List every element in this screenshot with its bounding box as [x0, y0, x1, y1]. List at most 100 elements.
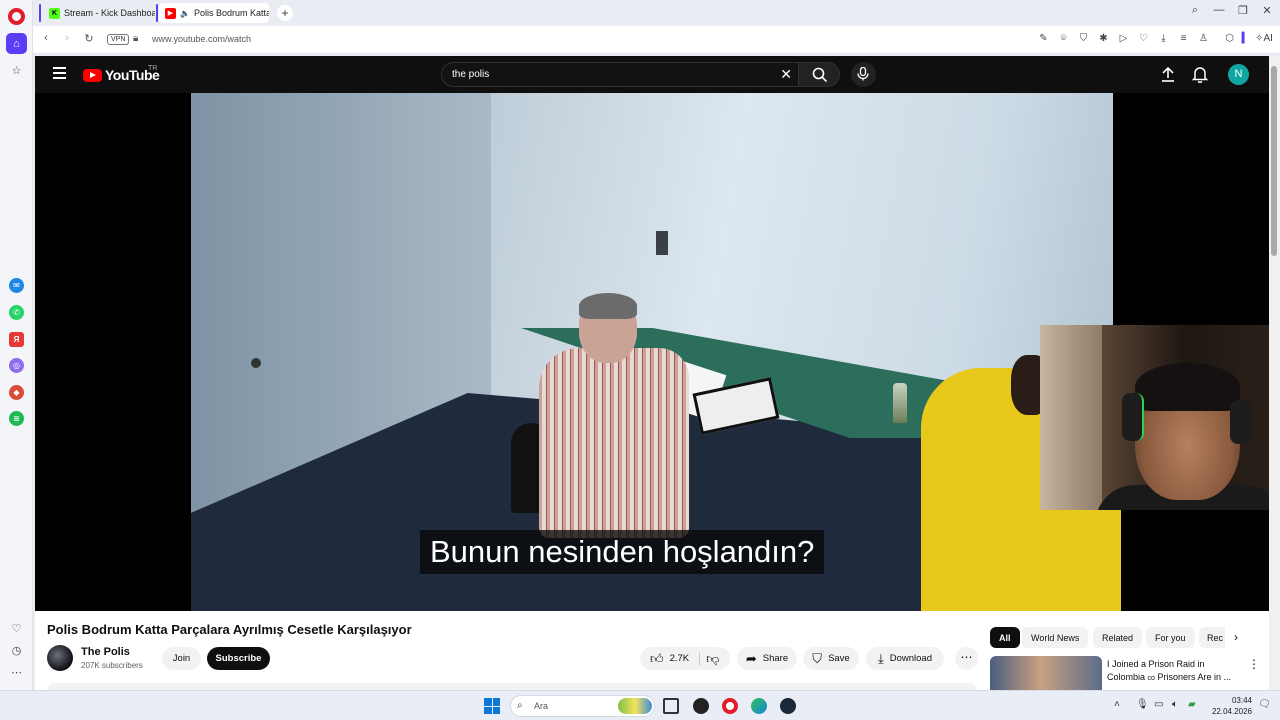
recommendation-title[interactable]: I Joined a Prison Raid in Colombia co Pr…	[1107, 658, 1247, 685]
opera-logo-icon[interactable]	[8, 8, 25, 25]
forward-icon[interactable]: ›	[60, 32, 74, 44]
microphone-icon[interactable]: 🎙︎	[1136, 699, 1149, 710]
cube-icon[interactable]: ⬡	[1223, 33, 1236, 44]
speaker-icon[interactable]: 🔈	[180, 9, 190, 18]
play-icon[interactable]: ▷	[1117, 33, 1130, 44]
yandex-icon[interactable]: Я	[9, 332, 24, 347]
hamburger-menu-icon[interactable]	[53, 67, 66, 79]
bookmark-icon: ⛉	[812, 651, 823, 666]
url-field[interactable]: www.youtube.com/watch	[152, 34, 251, 44]
back-icon[interactable]: ‹	[39, 32, 53, 44]
lock-icon[interactable]: 🔒︎	[133, 33, 138, 44]
task-view-icon[interactable]	[663, 698, 679, 714]
notifications-bell-icon[interactable]	[1191, 65, 1209, 83]
search-tabs-icon[interactable]: ⌕	[1187, 4, 1203, 17]
taskbar-search-placeholder: Ara	[534, 701, 549, 711]
tab-kick-dashboard[interactable]: K Stream - Kick Dashboard	[43, 3, 155, 23]
display-icon[interactable]: ▭	[1154, 699, 1163, 710]
restore-icon[interactable]: ❐	[1235, 4, 1251, 17]
notifications-icon[interactable]: 🗨︎	[1258, 699, 1271, 710]
history-icon[interactable]: ◷	[6, 640, 27, 661]
save-button[interactable]: ⛉ Save	[803, 647, 859, 670]
messenger-icon[interactable]: ✉	[9, 278, 24, 293]
youtube-favicon-icon: ▶	[165, 7, 176, 19]
battery-icon[interactable]: ▰	[1188, 699, 1196, 710]
recommendation-title-line2: Colombia	[1107, 672, 1146, 682]
extension-icon[interactable]: ✱	[1097, 33, 1110, 44]
tab-title: Polis Bodrum Katta Pa	[193, 8, 269, 18]
youtube-header: YouTube TR the polis ✕ N	[35, 56, 1269, 93]
ai-button[interactable]: ✧AI	[1249, 33, 1279, 44]
taskbar-search-input[interactable]: ⌕ Ara	[510, 695, 655, 717]
dislike-icon[interactable]: 👎︎	[706, 652, 719, 665]
new-tab-button[interactable]: +	[277, 5, 293, 21]
region-code: TR	[148, 65, 158, 72]
reload-icon[interactable]: ↻	[82, 32, 96, 45]
subscribe-button[interactable]: Subscribe	[207, 647, 270, 670]
kick-favicon-icon: K	[49, 7, 60, 19]
vk-play-icon[interactable]: ◆	[9, 385, 24, 400]
account-avatar[interactable]: N	[1228, 64, 1249, 85]
chip-world-news[interactable]: World News	[1022, 627, 1089, 648]
recommendation-title-co: co	[1147, 675, 1155, 682]
search-button[interactable]	[798, 62, 840, 87]
chevron-right-icon[interactable]: ›	[1234, 630, 1238, 644]
vpn-badge[interactable]: VPN	[107, 34, 130, 45]
heart-icon[interactable]: ♡	[1137, 33, 1150, 44]
more-actions-icon[interactable]: ⋯	[955, 647, 978, 670]
video-title: Polis Bodrum Katta Parçalara Ayrılmış Ce…	[47, 622, 412, 637]
menu-icon[interactable]: ≡	[1177, 33, 1190, 44]
system-clock[interactable]: 03:44 22.04.2026	[1208, 695, 1252, 717]
app-icon[interactable]	[693, 698, 709, 714]
steam-taskbar-icon[interactable]	[780, 698, 796, 714]
channel-name[interactable]: The Polis	[81, 646, 130, 658]
chip-related[interactable]: Related	[1093, 627, 1143, 648]
chevron-up-icon[interactable]: ˄	[1114, 699, 1120, 710]
recommendation-title-line2-tail: Prisoners Are in ...	[1157, 672, 1231, 682]
close-icon[interactable]: ✕	[1259, 4, 1275, 17]
join-button[interactable]: Join	[162, 647, 201, 670]
description-box[interactable]	[47, 683, 977, 690]
share-button[interactable]: ➦ Share	[737, 647, 797, 670]
download-icon[interactable]: ⤓	[1157, 33, 1170, 44]
webcam-scene	[1135, 363, 1240, 411]
edit-icon[interactable]: ✎	[1037, 33, 1050, 44]
share-label: Share	[762, 653, 789, 664]
chip-recent[interactable]: Rec	[1199, 627, 1225, 648]
chip-all[interactable]: All	[990, 627, 1020, 648]
heart-icon[interactable]: ♡	[6, 618, 27, 639]
home-icon[interactable]: ⌂	[6, 33, 27, 54]
windows-start-icon[interactable]	[484, 698, 500, 714]
camera-icon[interactable]: ⌾	[1057, 33, 1070, 44]
clear-search-icon[interactable]: ✕	[780, 66, 792, 83]
spotify-icon[interactable]: ≋	[9, 411, 24, 426]
like-count[interactable]: 2.7K	[670, 653, 690, 664]
webcam-overlay	[1040, 325, 1280, 510]
channel-avatar[interactable]	[47, 645, 73, 671]
more-icon[interactable]: ⋯	[6, 662, 27, 683]
tab-youtube-video[interactable]: ▶ 🔈 Polis Bodrum Katta Pa	[159, 3, 269, 23]
search-icon	[812, 67, 828, 83]
search-input[interactable]: the polis ✕	[441, 62, 799, 87]
volume-icon[interactable]: 🔈︎	[1172, 699, 1178, 710]
profile-icon[interactable]: ♙	[1197, 33, 1210, 44]
upload-icon[interactable]	[1159, 65, 1177, 83]
opera-taskbar-icon[interactable]	[722, 698, 738, 714]
minimize-icon[interactable]: —	[1211, 4, 1227, 16]
video-scene	[539, 348, 689, 538]
whatsapp-icon[interactable]: ✆	[9, 305, 24, 320]
download-button[interactable]: ⤓ Download	[866, 647, 944, 670]
edge-taskbar-icon[interactable]	[751, 698, 767, 714]
video-scene	[251, 358, 261, 368]
scrollbar-thumb[interactable]	[1271, 66, 1277, 256]
recommendation-menu-icon[interactable]: ⋮	[1248, 657, 1260, 671]
recommendation-thumbnail[interactable]	[990, 656, 1102, 690]
youtube-play-logo-icon	[83, 68, 102, 82]
windows-taskbar: ⌕ Ara ˄ 🎙︎ ▭ 🔈︎ ▰ 03:44 22.04.2026 🗨︎	[0, 690, 1280, 720]
like-icon[interactable]: 👍︎	[650, 652, 664, 665]
shield-icon[interactable]: ⛉	[1077, 33, 1090, 44]
aria-icon[interactable]: ◎	[9, 358, 24, 373]
pin-icon[interactable]: ☆	[6, 60, 27, 81]
voice-search-button[interactable]	[851, 62, 876, 87]
chip-for-you[interactable]: For you	[1146, 627, 1195, 648]
